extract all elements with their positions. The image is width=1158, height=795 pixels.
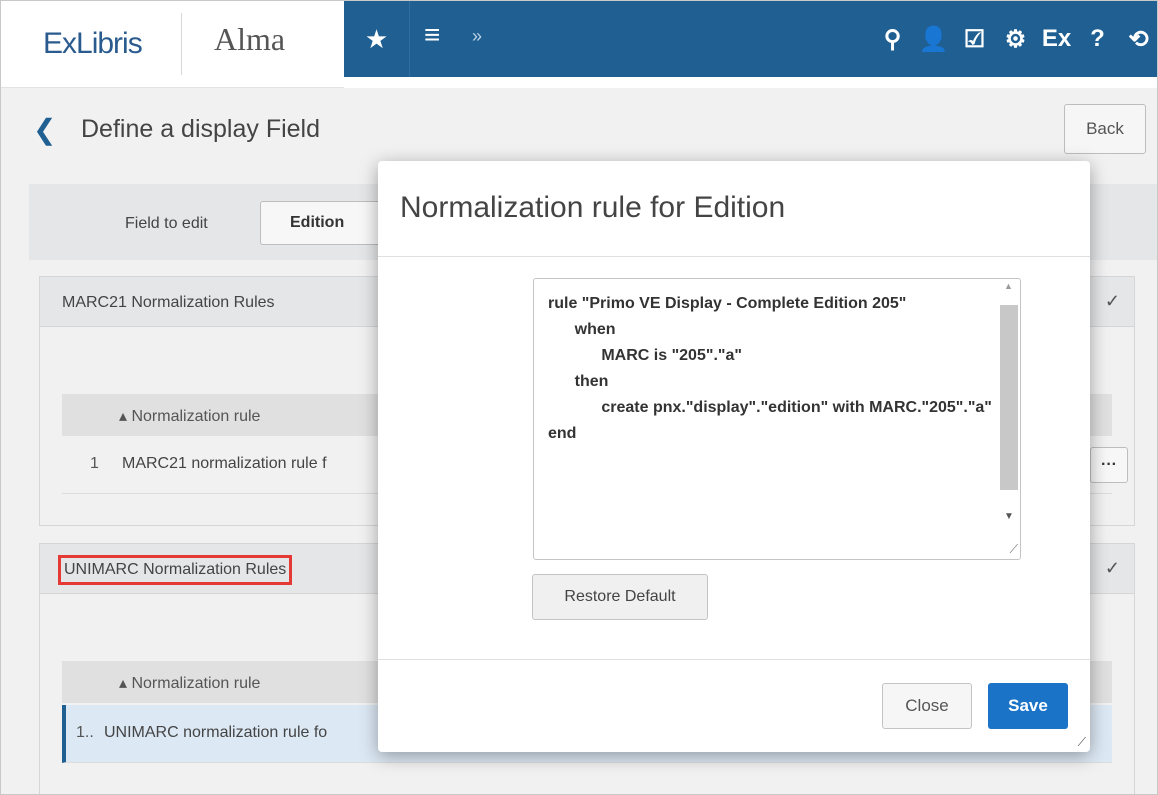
- restore-default-button[interactable]: Restore Default: [532, 574, 708, 620]
- user-icon[interactable]: 👤: [913, 1, 954, 77]
- normalization-rule-dialog: Normalization rule for Edition rule "Pri…: [378, 161, 1090, 752]
- favorites-star-icon[interactable]: ★: [344, 1, 410, 77]
- exlibris-logo: ExLibris: [43, 27, 143, 60]
- unimarc-rule-name[interactable]: UNIMARC normalization rule fo: [104, 724, 327, 742]
- field-to-edit-label: Field to edit: [125, 215, 208, 232]
- normalization-rule-column[interactable]: ▴ Normalization rule: [119, 406, 260, 426]
- dialog-divider: [378, 256, 1090, 257]
- textarea-scrollbar[interactable]: ▲ ▼: [1000, 281, 1018, 557]
- help-icon[interactable]: ?: [1077, 1, 1118, 77]
- marc21-section-title: MARC21 Normalization Rules: [62, 294, 275, 311]
- main-navbar: ★ ≡ » ⚲ 👤 ☑ ⚙ Ex ? ⟲: [344, 1, 1157, 77]
- location-icon[interactable]: ⚲: [872, 1, 913, 77]
- scroll-thumb[interactable]: [1000, 305, 1018, 490]
- page-title: Define a display Field: [81, 115, 321, 143]
- close-button[interactable]: Close: [882, 683, 972, 729]
- logo-divider: [181, 13, 182, 75]
- row-actions-button[interactable]: ···: [1090, 447, 1128, 483]
- back-button[interactable]: Back: [1064, 104, 1146, 154]
- app-window: ExLibris Alma ★ ≡ » ⚲ 👤 ☑ ⚙ Ex ? ⟲ ❮ Def…: [0, 0, 1158, 795]
- resize-grip-icon[interactable]: ⟋: [1010, 542, 1018, 557]
- field-to-edit-value[interactable]: Edition: [260, 201, 390, 245]
- settings-icon[interactable]: ⚙: [995, 1, 1036, 77]
- scroll-down-icon[interactable]: ▼: [1004, 511, 1014, 522]
- normalization-rule-column[interactable]: ▴ Normalization rule: [119, 673, 260, 693]
- exlibris-icon[interactable]: Ex: [1036, 1, 1077, 77]
- back-chevron-icon[interactable]: ❮: [33, 113, 56, 146]
- top-bar: ExLibris Alma ★ ≡ » ⚲ 👤 ☑ ⚙ Ex ? ⟲: [1, 1, 1157, 88]
- save-button[interactable]: Save: [988, 683, 1068, 729]
- tasks-icon[interactable]: ☑: [954, 1, 995, 77]
- page-header: ❮ Define a display Field Back: [1, 88, 1157, 168]
- navbar-icon-group: ⚲ 👤 ☑ ⚙ Ex ? ⟲: [872, 1, 1157, 77]
- history-icon[interactable]: ⟲: [1118, 1, 1157, 77]
- dialog-resize-icon[interactable]: ⟋: [1078, 735, 1086, 750]
- logo-area: ExLibris Alma: [1, 1, 344, 88]
- scroll-up-icon[interactable]: ▲: [1004, 281, 1013, 291]
- collapse-icon[interactable]: ✓: [1105, 558, 1120, 579]
- row-number: 1: [90, 455, 99, 472]
- dialog-footer-divider: [378, 659, 1090, 660]
- chevron-down-icon[interactable]: »: [472, 26, 482, 47]
- collapse-icon[interactable]: ✓: [1105, 291, 1120, 312]
- marc21-rule-name[interactable]: MARC21 normalization rule f: [122, 455, 327, 473]
- unimarc-section-title: UNIMARC Normalization Rules: [57, 555, 293, 585]
- main-menu-icon[interactable]: ≡: [424, 19, 440, 51]
- rule-textarea[interactable]: rule "Primo VE Display - Complete Editio…: [533, 278, 1021, 560]
- row-number: 1..: [76, 724, 94, 741]
- dialog-title: Normalization rule for Edition: [400, 191, 786, 224]
- alma-logo[interactable]: Alma: [214, 21, 285, 58]
- rule-code-text[interactable]: rule "Primo VE Display - Complete Editio…: [548, 291, 998, 447]
